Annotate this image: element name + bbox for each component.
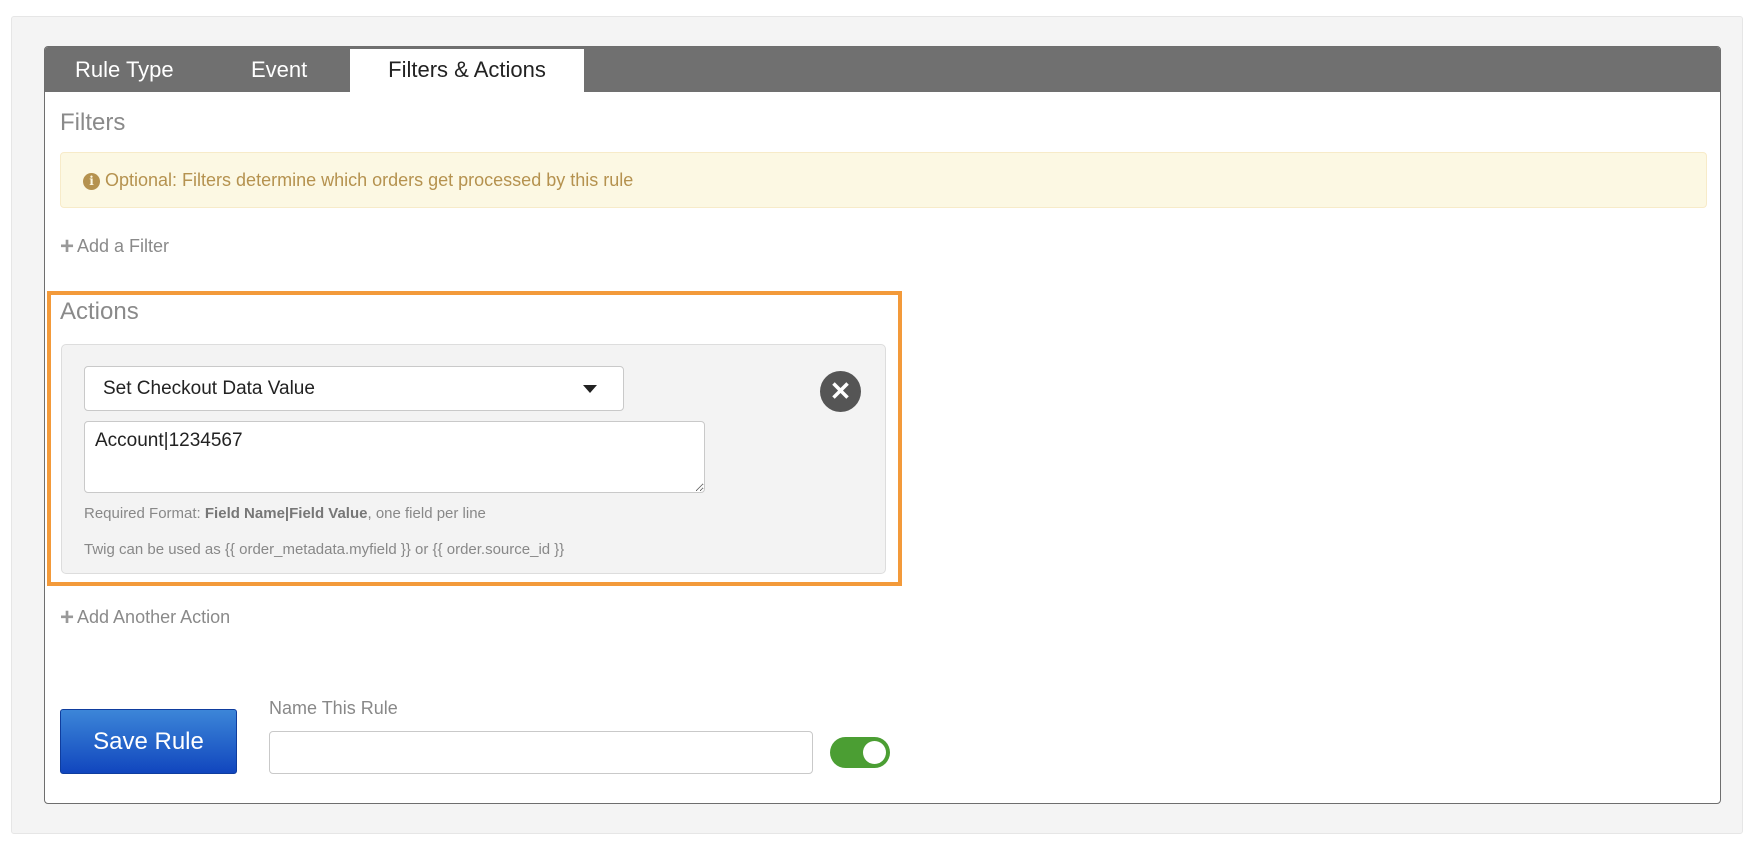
add-filter-label: Add a Filter	[77, 236, 170, 256]
name-rule-label: Name This Rule	[269, 698, 398, 718]
twig-help: Twig can be used as {{ order_metadata.my…	[84, 541, 565, 558]
filters-heading: Filters	[60, 109, 126, 136]
save-rule-button[interactable]: Save Rule	[60, 709, 237, 774]
add-filter-link[interactable]: + Add a Filter	[60, 233, 169, 261]
rule-editor-card: Rule Type Event Filters & Actions Filter…	[44, 46, 1721, 804]
filters-alert: i Optional: Filters determine which order…	[60, 152, 1707, 208]
toggle-knob	[863, 741, 886, 764]
alert-text: Optional: Filters determine which orders…	[105, 170, 634, 190]
format-help: Required Format: Field Name|Field Value,…	[84, 505, 486, 522]
rule-enabled-toggle[interactable]	[830, 737, 890, 768]
tab-bar: Rule Type Event Filters & Actions	[45, 47, 1720, 92]
action-value-textarea[interactable]: Account|1234567	[84, 421, 705, 493]
plus-icon: +	[60, 233, 75, 260]
tab-filters-actions[interactable]: Filters & Actions	[350, 49, 584, 92]
select-value: Set Checkout Data Value	[103, 378, 315, 399]
caret-down-icon	[583, 385, 597, 393]
actions-heading: Actions	[60, 298, 139, 325]
page-panel: Rule Type Event Filters & Actions Filter…	[11, 16, 1743, 834]
add-action-label: Add Another Action	[77, 607, 231, 627]
rule-name-input[interactable]	[269, 731, 813, 774]
tab-rule-type[interactable]: Rule Type	[75, 47, 174, 92]
info-icon: i	[83, 173, 100, 190]
add-action-link[interactable]: + Add Another Action	[60, 604, 230, 632]
action-type-select[interactable]: Set Checkout Data Value	[84, 366, 624, 411]
tab-event[interactable]: Event	[251, 47, 307, 92]
remove-action-icon[interactable]: ✕	[820, 371, 861, 412]
plus-icon: +	[60, 604, 75, 631]
